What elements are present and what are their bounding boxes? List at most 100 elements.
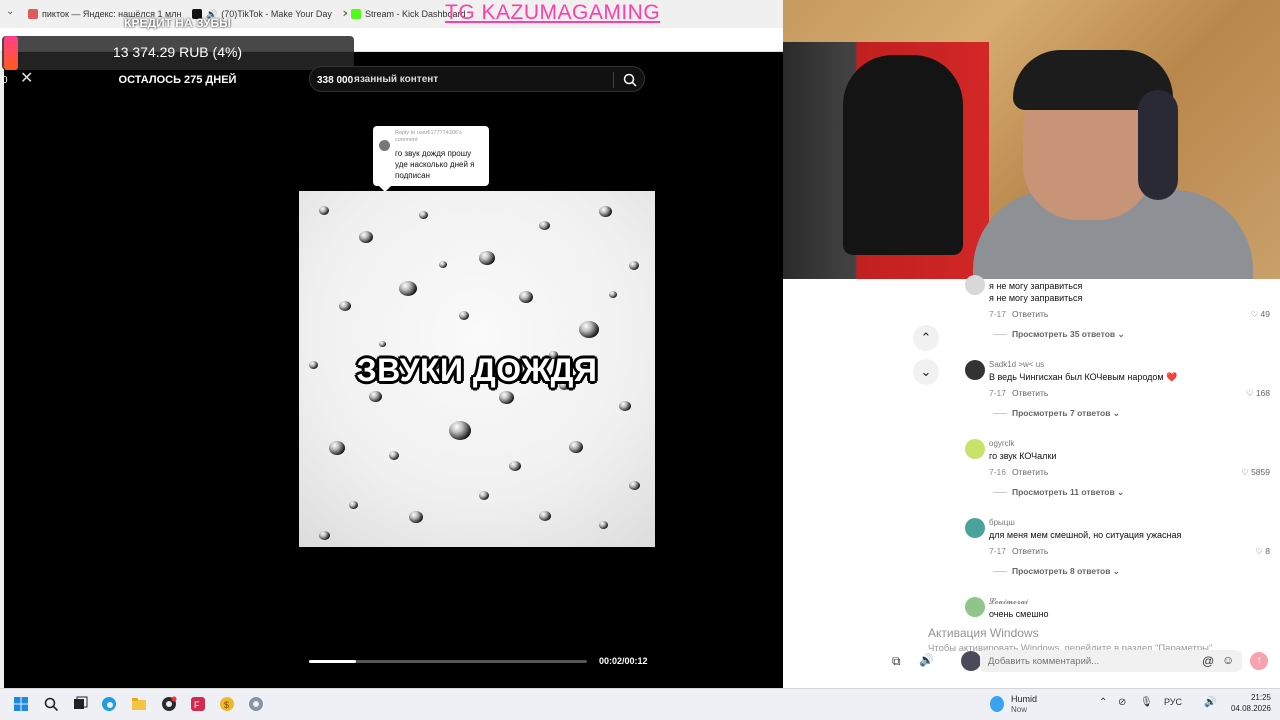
- video-caption: ЗВУКИ ДОЖДЯ: [356, 352, 598, 388]
- language-indicator[interactable]: РУС: [1164, 697, 1182, 707]
- weather-title: Humid: [1011, 694, 1038, 704]
- comment-username[interactable]: брыцш: [989, 518, 1015, 527]
- like-count: 49: [1260, 309, 1270, 319]
- headset-icon: [1138, 90, 1178, 200]
- video-time: 00:02/00:12: [599, 656, 648, 666]
- comment-text: для меня мем смешной, но ситуация ужасна…: [989, 530, 1182, 540]
- raindrop: [459, 311, 469, 320]
- clock-date: 04.08.2026: [1230, 704, 1271, 713]
- weather-subtitle: Now: [1011, 705, 1028, 714]
- comment-meta: 7-16 Ответить: [989, 467, 1048, 477]
- next-video-button[interactable]: ⌄: [913, 359, 939, 385]
- reply-to-label: Reply to user6177774306's comment: [395, 130, 462, 143]
- svg-text:F: F: [194, 700, 200, 710]
- raindrop: [479, 491, 489, 500]
- raindrop: [339, 301, 351, 311]
- webcam-feed: [783, 0, 1280, 279]
- raindrop: [439, 261, 447, 268]
- emoji-icon[interactable]: ☺: [1222, 653, 1234, 667]
- avatar[interactable]: [965, 275, 985, 295]
- like-button[interactable]: ♡ 5859: [1241, 467, 1270, 478]
- edge-browser-icon[interactable]: [101, 696, 117, 712]
- comment-date: 7-16: [989, 467, 1007, 477]
- reply-button[interactable]: Ответить: [1012, 467, 1048, 477]
- copy-icon[interactable]: ⧉: [892, 654, 901, 669]
- svg-text:$: $: [224, 700, 229, 710]
- comment-meta: 7-17 Ответить: [989, 309, 1048, 319]
- reply-comment-sticker: Reply to user6177774306's comment го зву…: [373, 126, 489, 192]
- heart-icon: ♡: [1255, 546, 1266, 556]
- reply-text: го звук дождя прошу уде насколько дней я…: [395, 149, 475, 180]
- comment-item: брыцш для меня мем смешной, но ситуация у…: [783, 518, 1280, 594]
- raindrop: [599, 206, 612, 217]
- window-edge: [0, 52, 4, 688]
- reply-button[interactable]: Ответить: [1012, 546, 1048, 556]
- view-replies-button[interactable]: Просмотреть 8 ответов ⌄: [993, 566, 1120, 577]
- raindrop: [539, 221, 550, 230]
- chat-app-icon[interactable]: [248, 696, 264, 712]
- close-icon[interactable]: ✕: [20, 68, 33, 88]
- like-button[interactable]: ♡ 168: [1246, 388, 1270, 399]
- screen: ⌄ пикток — Яндекс: нашёлся 1 млн 🔊 (70)T…: [0, 0, 1280, 720]
- microphone-icon[interactable]: 🎙: [1140, 697, 1153, 708]
- volume-icon[interactable]: 🔊: [1204, 697, 1216, 708]
- view-replies-button[interactable]: Просмотреть 7 ответов ⌄: [993, 408, 1120, 419]
- raindrop: [409, 511, 423, 523]
- search-bar[interactable]: 338 000 язанный контент: [309, 66, 645, 92]
- task-view-icon[interactable]: [72, 696, 88, 712]
- raindrop: [349, 501, 358, 509]
- previous-video-button[interactable]: ⌃: [913, 325, 939, 351]
- search-divider: [613, 72, 614, 88]
- view-replies-button[interactable]: Просмотреть 11 ответов ⌄: [993, 487, 1124, 498]
- search-icon[interactable]: [622, 72, 638, 88]
- reply-button[interactable]: Ответить: [1012, 309, 1048, 319]
- clock-time: 21:25: [1250, 693, 1271, 702]
- search-icon[interactable]: [43, 696, 59, 712]
- raindrop: [399, 281, 417, 296]
- reply-button[interactable]: Ответить: [1012, 388, 1048, 398]
- weather-widget[interactable]: Humid Now: [990, 693, 1090, 717]
- like-count: 8: [1265, 546, 1270, 556]
- comment-text: я не могу заправиться: [989, 281, 1083, 291]
- comment-username[interactable]: ogyrclk: [989, 439, 1014, 448]
- like-button[interactable]: ♡ 8: [1255, 546, 1270, 557]
- comment-username[interactable]: 𝓛𝓸𝓪𝓲𝓶𝓸𝓻𝓪𝓲: [989, 597, 1028, 607]
- avatar[interactable]: [965, 439, 985, 459]
- comment-input[interactable]: [988, 653, 1188, 669]
- viewer-count: 338 000: [317, 75, 354, 86]
- video-progress-bar[interactable]: [309, 660, 587, 663]
- app-red-icon[interactable]: F: [190, 696, 206, 712]
- weather-icon: [990, 696, 1004, 712]
- system-clock[interactable]: 21:25 04.08.2026: [1223, 692, 1271, 714]
- avatar[interactable]: [965, 360, 985, 380]
- comment-username[interactable]: Sadk1d >w< us: [989, 360, 1044, 369]
- view-replies-label: Просмотреть 11 ответов: [1012, 487, 1115, 497]
- tray-chevron-up-icon[interactable]: ⌃: [1099, 697, 1107, 708]
- volume-icon[interactable]: 🔊: [919, 653, 934, 667]
- raindrop: [369, 391, 382, 402]
- network-icon[interactable]: ⊘: [1118, 697, 1126, 708]
- chevron-down-icon: ⌄: [1114, 487, 1125, 497]
- avatar[interactable]: [965, 518, 985, 538]
- coin-app-icon[interactable]: $: [219, 696, 235, 712]
- file-explorer-icon[interactable]: [131, 696, 147, 712]
- raindrop: [419, 211, 428, 219]
- windows-start-icon[interactable]: [13, 696, 29, 712]
- view-replies-button[interactable]: Просмотреть 35 ответов ⌄: [993, 329, 1125, 340]
- comment-item: ogyrclk го звук КОЧалки 7-16 Ответить ♡ 5859…: [783, 439, 1280, 515]
- raindrop: [319, 206, 329, 215]
- like-button[interactable]: ♡ 49: [1251, 309, 1270, 320]
- raindrop: [319, 531, 330, 540]
- send-button[interactable]: ↑: [1250, 652, 1268, 670]
- windows-activation-title: Активация Windows: [928, 626, 1039, 640]
- comment-text: я не могу заправиться: [989, 293, 1083, 303]
- chevron-down-icon: ⌄: [1110, 408, 1120, 418]
- comment-date: 7-17: [989, 546, 1007, 556]
- raindrop: [629, 261, 639, 270]
- avatar[interactable]: [965, 597, 985, 617]
- raindrop: [329, 441, 345, 455]
- donation-goal-title: КРЕДИТ НА ЗУБЫ: [124, 16, 231, 30]
- obs-icon[interactable]: [161, 696, 177, 712]
- comment-date: 7-17: [989, 388, 1007, 398]
- mention-icon[interactable]: @: [1202, 654, 1214, 668]
